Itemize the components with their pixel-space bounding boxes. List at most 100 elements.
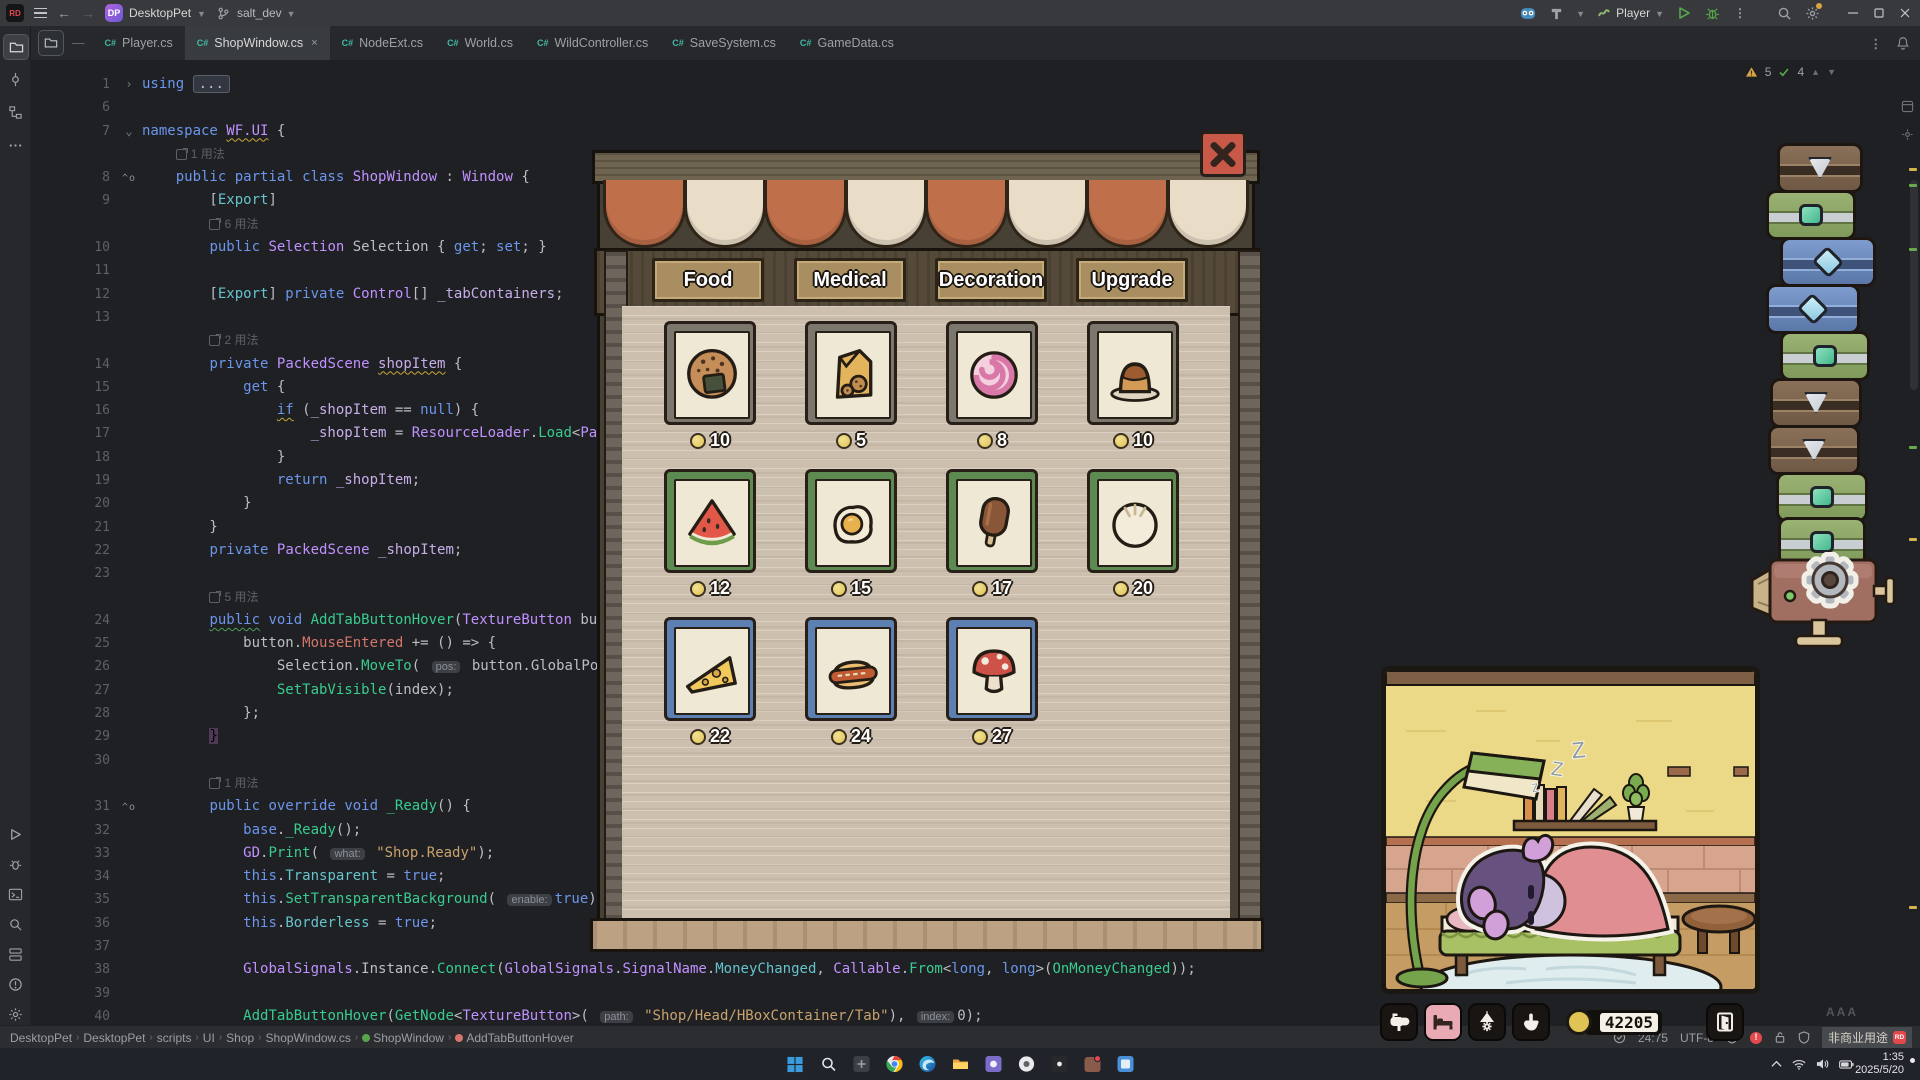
taskbar-clock[interactable]: 1:35 2025/5/20 <box>1855 1051 1904 1077</box>
tab-player-cs[interactable]: C# Player.cs <box>93 26 185 60</box>
taskbar-icon-app-purple[interactable] <box>981 1052 1006 1077</box>
shop-item-mushroom[interactable]: 27 <box>946 617 1038 747</box>
settings-gear-icon[interactable] <box>1804 3 1822 21</box>
chest-brown[interactable] <box>1768 425 1860 475</box>
notifications-bell-icon[interactable] <box>1896 36 1910 50</box>
gutter-settings-icon[interactable] <box>1901 128 1914 141</box>
shop-item-pudding[interactable]: 10 <box>1087 321 1179 451</box>
shop-item-cookie-bag[interactable]: 5 <box>805 321 897 451</box>
shop-item-cookie[interactable]: 10 <box>664 321 756 451</box>
taskbar-icon-windows[interactable] <box>783 1052 808 1077</box>
scroll-mark-ok[interactable] <box>1909 446 1917 449</box>
project-view-toggle[interactable] <box>38 30 64 56</box>
taskbar-icon-search[interactable] <box>816 1052 841 1077</box>
taskbar-icon-app-dark1[interactable] <box>849 1052 874 1077</box>
breadcrumb-item[interactable]: Shop <box>226 1031 254 1045</box>
override-gutter-icon[interactable]: ^o <box>116 795 142 818</box>
chest-machine[interactable] <box>1748 552 1898 662</box>
override-gutter-icon[interactable]: ^o <box>116 166 142 189</box>
toolbar-bed-button[interactable] <box>1424 1003 1462 1041</box>
next-problem-icon[interactable]: ▼ <box>1827 67 1836 77</box>
shop-item-pink-swirl[interactable]: 8 <box>946 321 1038 451</box>
license-badge[interactable]: 非商业用途 RD <box>1821 1027 1912 1048</box>
breadcrumb-item[interactable]: ShopWindow <box>362 1031 444 1045</box>
taskbar-icon-app-blue[interactable] <box>1113 1052 1138 1077</box>
activitybar-run-icon[interactable] <box>3 822 27 846</box>
shop-tab-upgrade[interactable]: Upgrade <box>1076 258 1188 302</box>
scroll-mark-warning[interactable] <box>1909 168 1917 171</box>
activitybar-terminal-icon[interactable] <box>3 882 27 906</box>
taskbar-icon-edge[interactable] <box>915 1052 940 1077</box>
shop-item-egg[interactable]: 15 <box>805 469 897 599</box>
volume-icon[interactable] <box>1816 1058 1829 1070</box>
inspection-widget[interactable]: 5 4 ▲ ▼ <box>1745 65 1836 79</box>
pet-scene-window[interactable]: z Z Z <box>1381 666 1760 994</box>
breadcrumb-item[interactable]: DesktopPet <box>10 1031 72 1045</box>
tab-shopwindow-cs[interactable]: C# ShopWindow.cs × <box>184 26 330 60</box>
activitybar-problems-icon[interactable] <box>3 972 27 996</box>
activitybar-find-icon[interactable] <box>3 912 27 936</box>
shop-item-hotdog[interactable]: 24 <box>805 617 897 747</box>
godot-icon[interactable] <box>1520 5 1536 21</box>
toolbar-lamp-button[interactable] <box>1468 1003 1506 1041</box>
machine-gear-icon[interactable] <box>1801 552 1859 609</box>
code-line[interactable]: 7 ⌄ namespace WF.UI { <box>30 120 1920 143</box>
fold-gutter-icon[interactable]: ⌄ <box>116 120 142 143</box>
chest-green[interactable] <box>1780 331 1870 381</box>
shop-item-cheese[interactable]: 22 <box>664 617 756 747</box>
shop-tab-food[interactable]: Food <box>652 258 764 302</box>
forward-icon[interactable]: → <box>81 6 95 20</box>
scroll-mark-warning[interactable] <box>1909 538 1917 541</box>
taskbar-icon-app-dark2[interactable] <box>1047 1052 1072 1077</box>
activitybar-services-icon[interactable] <box>3 942 27 966</box>
tab-world-cs[interactable]: C# World.cs <box>435 26 525 60</box>
tab-options-icon[interactable]: ⋮ <box>1870 36 1883 51</box>
window-close-button[interactable] <box>1898 6 1912 20</box>
code-line[interactable]: 6 <box>30 96 1920 119</box>
tab-savesystem-cs[interactable]: C# SaveSystem.cs <box>660 26 788 60</box>
shop-tab-medical[interactable]: Medical <box>794 258 906 302</box>
more-actions-icon[interactable]: ⋮ <box>1732 5 1748 21</box>
fold-gutter-icon[interactable]: › <box>116 73 142 96</box>
wifi-icon[interactable] <box>1792 1059 1806 1070</box>
activitybar-settings-icon[interactable] <box>3 1002 27 1026</box>
taskbar-icon-app-reddot[interactable] <box>1080 1052 1105 1077</box>
code-line[interactable]: 1 › using ... <box>30 73 1920 96</box>
taskbar-icon-app-white[interactable] <box>1014 1052 1039 1077</box>
activitybar-structure-icon[interactable] <box>3 100 27 124</box>
notification-dot[interactable] <box>1910 1058 1915 1063</box>
shop-item-bun[interactable]: 20 <box>1087 469 1179 599</box>
tab-close-icon[interactable]: × <box>311 37 317 49</box>
taskbar-icon-chrome[interactable] <box>882 1052 907 1077</box>
back-icon[interactable]: ← <box>57 6 71 20</box>
project-widget[interactable]: DP DesktopPet ▼ <box>105 4 206 22</box>
shop-item-popsicle[interactable]: 17 <box>946 469 1038 599</box>
prev-problem-icon[interactable]: ▲ <box>1811 67 1820 77</box>
shop-close-button[interactable] <box>1200 131 1246 177</box>
chest-green[interactable] <box>1766 190 1856 240</box>
run-config-selector[interactable]: Player ▼ <box>1597 6 1664 20</box>
main-menu-icon[interactable] <box>34 7 47 19</box>
activitybar-commit-icon[interactable] <box>3 67 27 91</box>
toolbar-hand-button[interactable] <box>1512 1003 1550 1041</box>
window-maximize-button[interactable] <box>1872 6 1886 20</box>
taskbar-icon-explorer[interactable] <box>948 1052 973 1077</box>
shop-item-watermelon[interactable]: 12 <box>664 469 756 599</box>
editor-scrollbar[interactable] <box>1910 180 1918 390</box>
activitybar-more-icon[interactable] <box>3 133 27 157</box>
chest-blue[interactable] <box>1780 237 1876 287</box>
run-button[interactable] <box>1676 5 1692 21</box>
chest-blue[interactable] <box>1766 284 1860 334</box>
toolbar-mailbox-button[interactable] <box>1380 1003 1418 1041</box>
breadcrumb-item[interactable]: scripts <box>157 1031 192 1045</box>
scroll-mark-ok[interactable] <box>1909 184 1917 187</box>
shop-tab-decoration[interactable]: Decoration <box>935 258 1047 302</box>
tab-nodeext-cs[interactable]: C# NodeExt.cs <box>330 26 435 60</box>
tab-wildcontroller-cs[interactable]: C# WildController.cs <box>525 26 660 60</box>
breadcrumb-item[interactable]: ShopWindow.cs <box>266 1031 351 1045</box>
chevron-down-icon[interactable]: ▼ <box>1576 9 1585 19</box>
scroll-mark-warning[interactable] <box>1909 906 1917 909</box>
hide-tool-icon[interactable]: — <box>72 36 85 50</box>
build-hammer-icon[interactable] <box>1548 5 1564 21</box>
activitybar-debug-icon[interactable] <box>3 852 27 876</box>
